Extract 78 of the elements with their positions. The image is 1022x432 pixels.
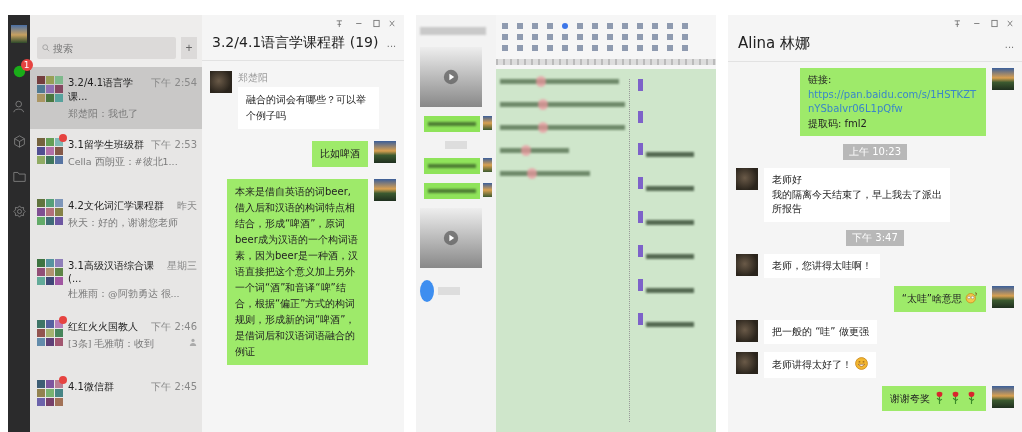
conversation-preview: 秋天：好的，谢谢您老师 <box>68 216 178 230</box>
message-text: 老师好 <box>772 173 803 187</box>
blurred-message-drawing <box>424 183 480 199</box>
message-text: 谢谢夸奖 <box>890 392 930 404</box>
smiley-icon <box>855 357 868 370</box>
video-thumbnail[interactable] <box>420 208 482 268</box>
conversation-time: 下午 2:53 <box>151 138 197 152</box>
link-label: 链接: <box>808 73 833 87</box>
message-text: “太哇”啥意思 <box>901 293 962 304</box>
conversation-time: 下午 2:45 <box>151 380 197 395</box>
comment-marker[interactable] <box>638 245 643 257</box>
comment-marker[interactable] <box>638 177 643 189</box>
contacts-icon[interactable] <box>12 100 26 113</box>
comment-marker[interactable] <box>638 143 643 155</box>
message-text: 老师讲得太好了！ <box>772 359 852 370</box>
comment-marker[interactable] <box>638 211 643 223</box>
folder-icon[interactable] <box>12 170 26 183</box>
group-avatar <box>37 138 63 164</box>
more-button[interactable]: ... <box>1004 37 1014 50</box>
comment-marker[interactable] <box>638 279 643 291</box>
settings-icon[interactable] <box>12 205 26 218</box>
conversation-name: 4.1微信群 <box>68 380 114 395</box>
avatar-landscape <box>483 158 492 172</box>
conversation-preview: 杜雅雨：@阿勃勇达 很... <box>68 288 180 302</box>
conversation-name: 3.1高级汉语综合课 (... <box>68 259 155 285</box>
conversation-item[interactable]: 3.1留学生班级群 下午 2:53 Cella 西朗亚：#彼北1... <box>30 129 202 190</box>
conversation-name: 3.2/4.1语言学课... <box>68 76 135 104</box>
group-avatar <box>37 319 63 346</box>
message-text: 我的隔离今天结束了，早上我去了派出所报告 <box>772 188 942 214</box>
conversation-item[interactable]: 3.1高级汉语综合课 (... 星期三 杜雅雨：@阿勃勇达 很... <box>30 250 202 311</box>
window-controls-icon[interactable] <box>952 19 1014 28</box>
timestamp: 下午 3:47 <box>846 229 904 246</box>
conversation-item[interactable]: 4.1微信群 下午 2:45 <box>30 371 202 432</box>
message-bubble: 比如啤酒 <box>312 141 368 167</box>
conversation-time: 星期三 <box>167 259 197 274</box>
comment-marker[interactable] <box>638 313 643 325</box>
chat-title: 3.2/4.1语言学课程群 (19) <box>212 34 379 52</box>
more-button[interactable]: ... <box>386 37 396 49</box>
message-text: 老师，您讲得太哇啊！ <box>772 259 872 271</box>
unread-badge: 1 <box>20 59 33 71</box>
group-avatar <box>37 259 63 286</box>
conversation-preview: [3条] 毛雅萌：收到 <box>68 337 155 351</box>
conversation-preview: 郑楚阳：我也了 <box>68 108 138 121</box>
add-button[interactable]: + <box>181 37 197 59</box>
window-controls-icon[interactable] <box>334 19 396 28</box>
play-icon[interactable] <box>443 69 459 85</box>
extraction-code: 提取码: fml2 <box>808 116 868 131</box>
group-avatar <box>37 76 63 102</box>
conversation-item[interactable]: 4.2文化词汇学课程群 昨天 秋天：好的，谢谢您老师 <box>30 189 202 251</box>
message-text: 把一般的 “哇” 做更强 <box>772 325 869 337</box>
comment-marker[interactable] <box>638 79 643 91</box>
blurred-message-drawing <box>424 158 480 174</box>
play-icon[interactable] <box>443 230 459 246</box>
conversation-name: 红红火火国教人 <box>68 319 138 334</box>
sender-name: 郑楚阳 <box>238 71 269 85</box>
conversation-preview: Cella 西朗亚：#彼北1... <box>68 156 178 169</box>
blurred-title-drawing <box>420 27 486 35</box>
message-bubble: 本来是借自英语的词beer,借入后和汉语的构词特点相结合，形成“啤酒”，原词beer成为汉语的一个构词语素，因为beer是一种酒，汉语直接把这个意义加上另外一个词“酒”和音译“啤”结合，根据“偏正”方式的构词规则，形成新的词“啤酒”，是借词后和汉语词语融合的例证 <box>227 179 368 365</box>
group-avatar <box>37 380 63 407</box>
message-bubble: 融合的词会有哪些？可以举个例子吗 <box>238 87 379 129</box>
conversation-item[interactable]: 红红火火国教人 下午 2:46 [3条] 毛雅萌：收到 <box>30 310 202 372</box>
search-field[interactable]: 搜索 <box>37 37 176 59</box>
comment-marker[interactable] <box>638 111 643 123</box>
conversation-time: 下午 2:46 <box>151 319 197 334</box>
confused-face-icon <box>965 291 978 304</box>
group-avatar <box>37 198 63 225</box>
avatar-landscape <box>483 116 492 130</box>
profile-avatar[interactable] <box>11 25 27 43</box>
voice-button[interactable] <box>420 280 434 302</box>
chat-title: Alina 林娜 <box>738 34 811 53</box>
blurred-message-drawing <box>424 116 480 132</box>
conversation-name: 4.2文化词汇学课程群 <box>68 198 164 213</box>
cube-icon[interactable] <box>12 135 26 148</box>
conversation-name: 3.1留学生班级群 <box>68 138 144 152</box>
avatar-landscape <box>483 183 492 197</box>
search-icon <box>42 44 50 52</box>
conversation-time: 昨天 <box>177 198 197 213</box>
video-thumbnail[interactable] <box>420 47 482 107</box>
